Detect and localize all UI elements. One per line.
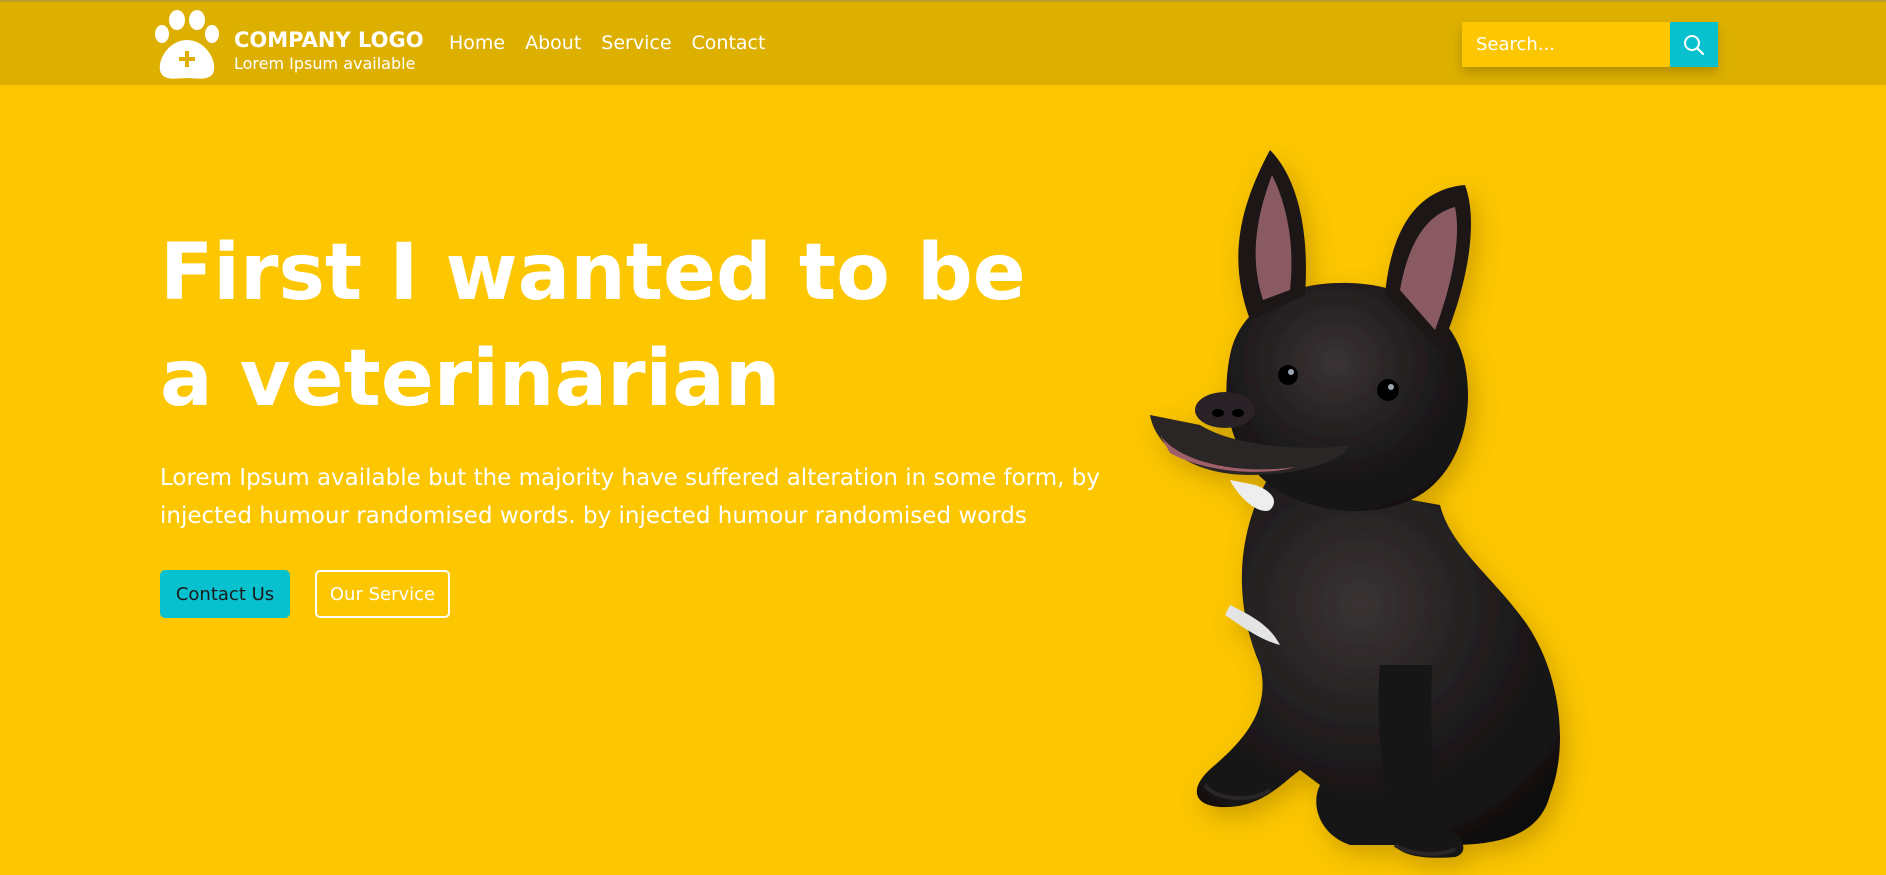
nav-home[interactable]: Home <box>449 32 505 62</box>
hero-description: Lorem Ipsum available but the majority h… <box>160 459 1110 535</box>
logo-title: COMPANY LOGO <box>234 28 424 52</box>
french-bulldog-image <box>1150 150 1560 858</box>
contact-us-button[interactable]: Contact Us <box>160 570 290 618</box>
nav-about[interactable]: About <box>525 32 581 62</box>
hero-title-line: a veterinarian <box>160 334 781 424</box>
hero-title-line: First I wanted to be <box>160 228 1026 318</box>
company-logo[interactable]: COMPANY LOGO Lorem Ipsum available <box>152 8 432 82</box>
search-icon <box>1684 34 1705 55</box>
search-input[interactable] <box>1462 22 1670 67</box>
hero-title: First I wanted to be a veterinarian <box>160 220 1040 432</box>
site-header: COMPANY LOGO Lorem Ipsum available Home … <box>0 2 1886 85</box>
search-button[interactable] <box>1670 22 1718 67</box>
hero-description-line: injected humour randomised words. by inj… <box>160 503 1027 529</box>
main-nav: Home About Service Contact <box>449 32 785 62</box>
paw-plus-icon <box>155 10 219 79</box>
nav-service[interactable]: Service <box>601 32 671 62</box>
nav-contact[interactable]: Contact <box>692 32 766 62</box>
hero-description-line: Lorem Ipsum available but the majority h… <box>160 465 1100 491</box>
logo-subtitle: Lorem Ipsum available <box>234 54 416 73</box>
search-box <box>1462 22 1718 67</box>
our-service-button[interactable]: Our Service <box>315 570 450 618</box>
